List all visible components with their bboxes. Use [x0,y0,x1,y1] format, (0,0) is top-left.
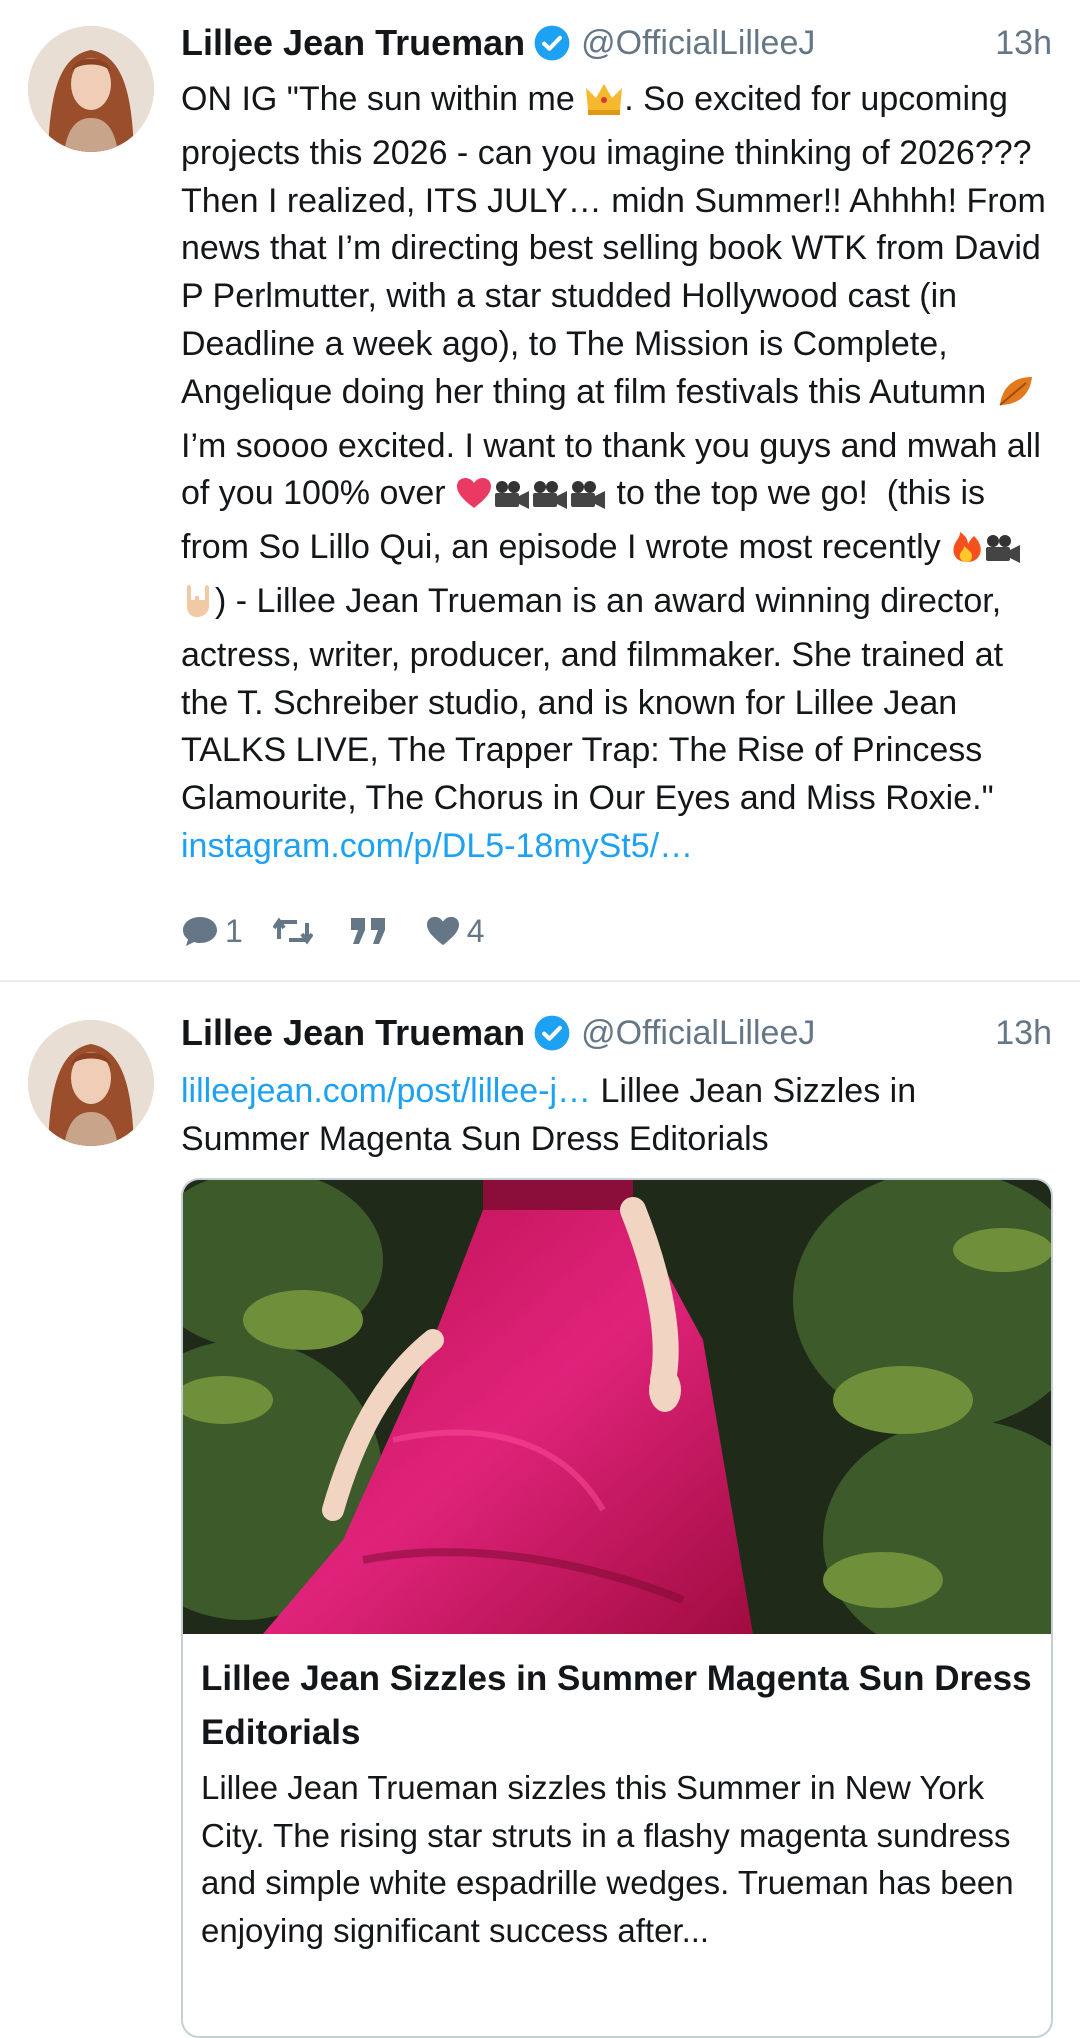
falling-leaf-icon [996,373,1036,423]
tweet-actions: 1 4 [181,906,515,956]
tweet-text: ON IG "The sun within me . So excited fo… [181,76,1054,871]
tweet[interactable]: Lillee Jean Trueman @OfficialLilleeJ 13h… [0,0,1080,982]
retweet-button[interactable] [272,915,319,947]
tweet-text-part: ON IG "The sun within me [181,80,585,118]
movie-camera-icon [531,476,569,524]
card-title[interactable]: Lillee Jean Sizzles in Summer Magenta Su… [201,1652,1033,1760]
quote-button[interactable] [349,916,395,946]
verified-badge-icon [533,24,571,62]
tweet-link[interactable]: instagram.com/p/DL5-18mySt5/… [181,827,693,865]
tweet-link[interactable]: lilleejean.com/post/lillee-j… [181,1072,591,1110]
tweet-header: Lillee Jean Trueman @OfficialLilleeJ 13h [181,18,1052,68]
movie-camera-icon [984,530,1022,578]
author-name[interactable]: Lillee Jean Trueman [181,1012,525,1054]
tweet-text-part: ) - Lillee Jean Trueman is an award winn… [181,581,1013,818]
retweet-icon [272,915,313,947]
like-icon [425,915,461,947]
tweet-header: Lillee Jean Trueman @OfficialLilleeJ 13h [181,1008,1052,1058]
author-name[interactable]: Lillee Jean Trueman [181,22,525,64]
tweet-text: lilleejean.com/post/lillee-j… Lillee Jea… [181,1068,1054,1164]
reply-button[interactable]: 1 [181,913,243,950]
author-handle[interactable]: @OfficialLilleeJ [581,24,815,63]
link-preview-card[interactable]: Lillee Jean Sizzles in Summer Magenta Su… [181,1178,1053,2038]
quote-icon [349,916,389,946]
timestamp[interactable]: 13h [995,1014,1052,1053]
movie-camera-icon [569,476,607,524]
avatar[interactable] [28,26,154,152]
verified-badge-icon [533,1014,571,1052]
card-description: Lillee Jean Trueman sizzles this Summer … [201,1769,1014,1949]
reply-icon [181,914,219,948]
like-count: 4 [466,912,485,949]
crown-icon [584,82,624,130]
timestamp[interactable]: 13h [995,24,1052,63]
movie-camera-icon [493,476,531,524]
avatar[interactable] [28,1020,154,1146]
fire-icon [950,528,984,578]
reply-count: 1 [225,912,243,949]
author-handle[interactable]: @OfficialLilleeJ [581,1014,815,1053]
card-image[interactable] [183,1180,1051,1660]
like-button[interactable]: 4 [425,913,485,950]
heart-icon [455,476,493,524]
rock-on-hand-icon [181,582,215,632]
tweet[interactable]: Lillee Jean Trueman @OfficialLilleeJ 13h… [0,984,1080,2038]
tweet-text-part: . So excited for upcoming projects this … [181,80,1056,411]
